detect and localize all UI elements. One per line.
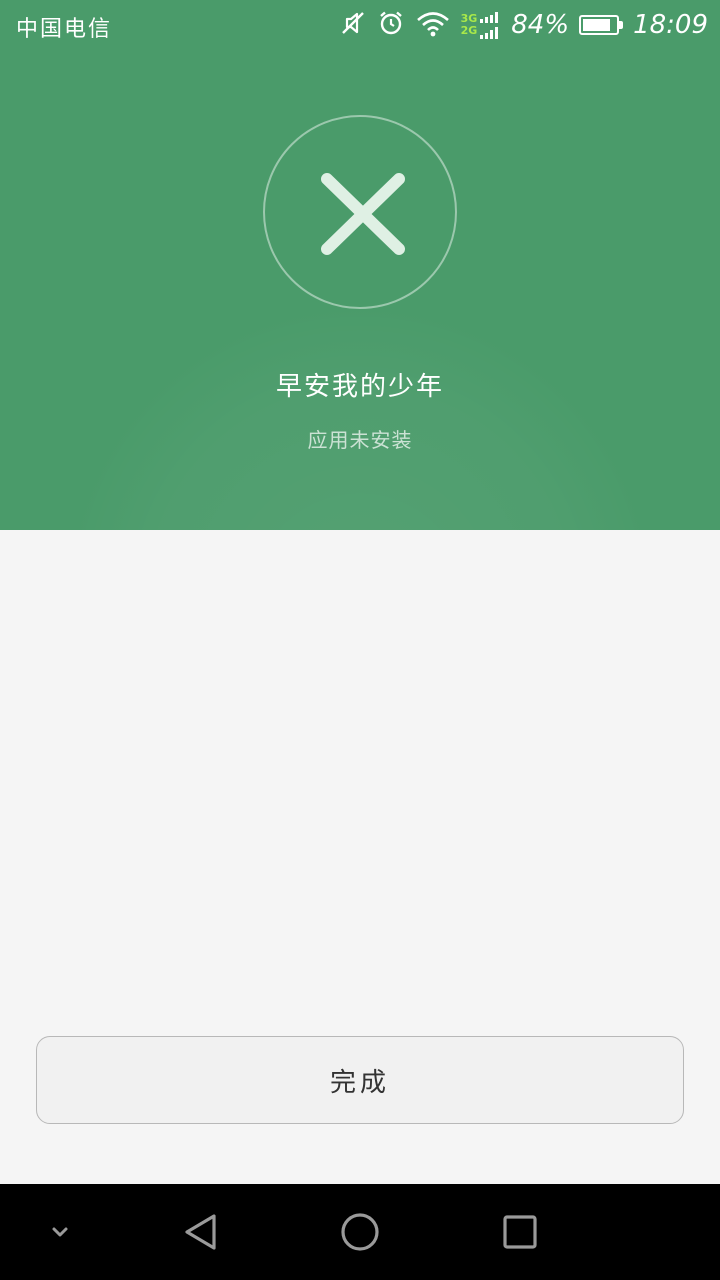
status-bar: 中国电信 3G 2G 84% 18:09 xyxy=(0,0,720,50)
carrier-name: 中国电信 xyxy=(16,17,113,42)
app-name: 早安我的少年 xyxy=(275,372,444,402)
alarm-icon xyxy=(377,9,405,41)
hide-nav-icon[interactable] xyxy=(36,1208,84,1256)
install-status: 应用未安装 xyxy=(307,428,413,452)
network-type-bottom: 2G xyxy=(460,24,478,37)
result-icon-circle xyxy=(263,115,457,309)
mute-icon xyxy=(339,9,367,41)
home-icon[interactable] xyxy=(336,1208,384,1256)
close-icon xyxy=(321,173,405,255)
status-icons: 3G 2G 84% 18:09 xyxy=(329,6,708,44)
recents-icon[interactable] xyxy=(496,1208,544,1256)
wifi-icon xyxy=(415,9,451,41)
navigation-bar xyxy=(0,1184,720,1280)
battery-icon xyxy=(579,15,624,35)
battery-percent: 84% xyxy=(511,10,570,40)
battery-level-fill xyxy=(583,19,610,31)
back-icon[interactable] xyxy=(176,1208,224,1256)
header-glow xyxy=(60,300,660,530)
install-result-header: 中国电信 3G 2G 84% 18:09 早安我的少年 应用未安装 xyxy=(0,0,720,530)
clock: 18:09 xyxy=(633,10,708,40)
done-button[interactable]: 完成 xyxy=(36,1036,684,1124)
signal-icon: 3G 2G xyxy=(461,10,502,40)
